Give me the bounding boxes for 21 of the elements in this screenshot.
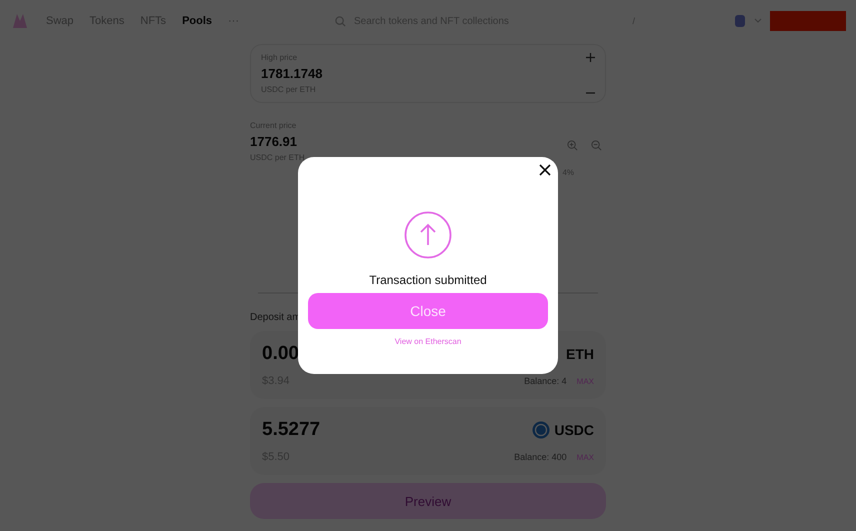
close-button[interactable]: Close — [308, 293, 548, 329]
nav-link[interactable]: Pools — [182, 15, 212, 27]
modal-title: Transaction submitted — [369, 273, 487, 287]
wallet-icon[interactable] — [734, 14, 746, 28]
token-amount[interactable]: 0.00 — [262, 343, 299, 365]
more-menu[interactable]: ··· — [228, 15, 240, 27]
token-symbol[interactable]: USDC — [554, 422, 594, 438]
etherscan-link[interactable]: View on Etherscan — [394, 337, 462, 346]
price-value: 1776.91 — [250, 134, 298, 149]
plus-icon[interactable] — [586, 53, 595, 62]
search-icon — [335, 16, 346, 26]
shortcut-key: / — [632, 16, 636, 26]
close-icon[interactable] — [538, 163, 552, 177]
token-symbol[interactable]: ETH — [566, 346, 594, 362]
zoom-out-icon[interactable] — [591, 140, 602, 151]
minus-icon[interactable] — [586, 92, 595, 94]
chevron-icon[interactable] — [754, 18, 762, 24]
price-value: 1781.1748 — [261, 66, 322, 81]
arrow-up-circle-icon — [404, 211, 452, 259]
token-amount[interactable]: 5.5277 — [262, 419, 320, 441]
zoom-in-icon[interactable] — [567, 140, 578, 151]
